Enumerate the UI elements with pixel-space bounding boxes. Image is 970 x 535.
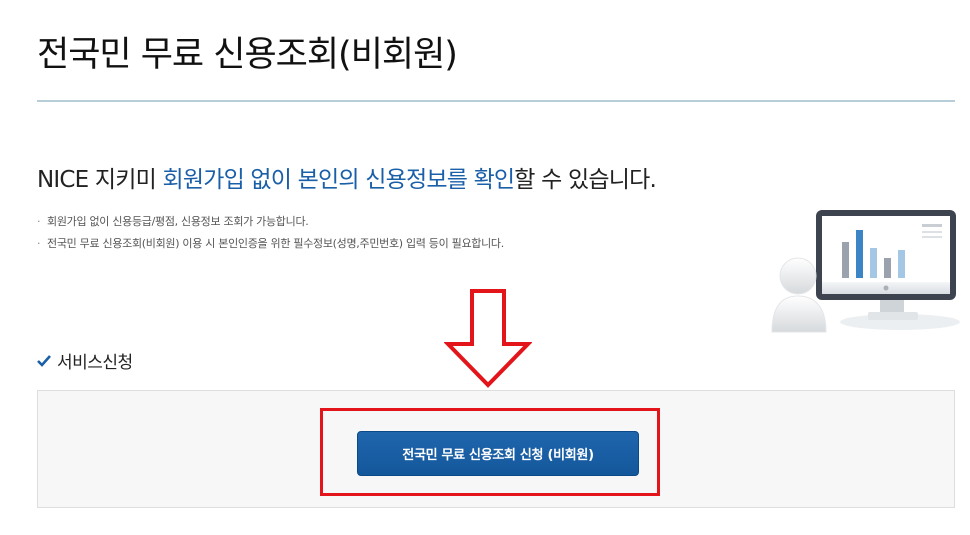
headline-prefix: NICE 지키미 <box>37 167 163 193</box>
title-divider <box>37 100 955 102</box>
section-title: 서비스신청 <box>37 348 133 373</box>
monitor-chart-user-illustration <box>771 210 960 333</box>
headline-suffix: 할 수 있습니다. <box>514 167 657 193</box>
note-text: 회원가입 없이 신용등급/평점, 신용정보 조회가 가능합니다. <box>47 215 309 228</box>
bullet: · <box>37 237 41 250</box>
check-icon <box>37 355 51 367</box>
page-title: 전국민 무료 신용조회(비회원) <box>37 35 458 75</box>
note-text: 전국민 무료 신용조회(비회원) 이용 시 본인인증을 위한 필수정보(성명,주… <box>47 237 504 250</box>
headline-highlight: 회원가입 없이 본인의 신용정보를 확인 <box>162 167 515 193</box>
down-arrow-annotation <box>444 289 532 388</box>
bullet: · <box>37 215 41 228</box>
note-item: · 전국민 무료 신용조회(비회원) 이용 시 본인인증을 위한 필수정보(성명,… <box>37 236 504 258</box>
section-title-label: 서비스신청 <box>57 353 133 373</box>
apply-button[interactable]: 전국민 무료 신용조회 신청 (비회원) <box>357 431 639 476</box>
notes-list: · 회원가입 없이 신용등급/평점, 신용정보 조회가 가능합니다. · 전국민 무… <box>37 214 504 258</box>
note-item: · 회원가입 없이 신용등급/평점, 신용정보 조회가 가능합니다. <box>37 214 504 236</box>
intro-headline: NICE 지키미 회원가입 없이 본인의 신용정보를 확인할 수 있습니다. <box>37 160 657 194</box>
